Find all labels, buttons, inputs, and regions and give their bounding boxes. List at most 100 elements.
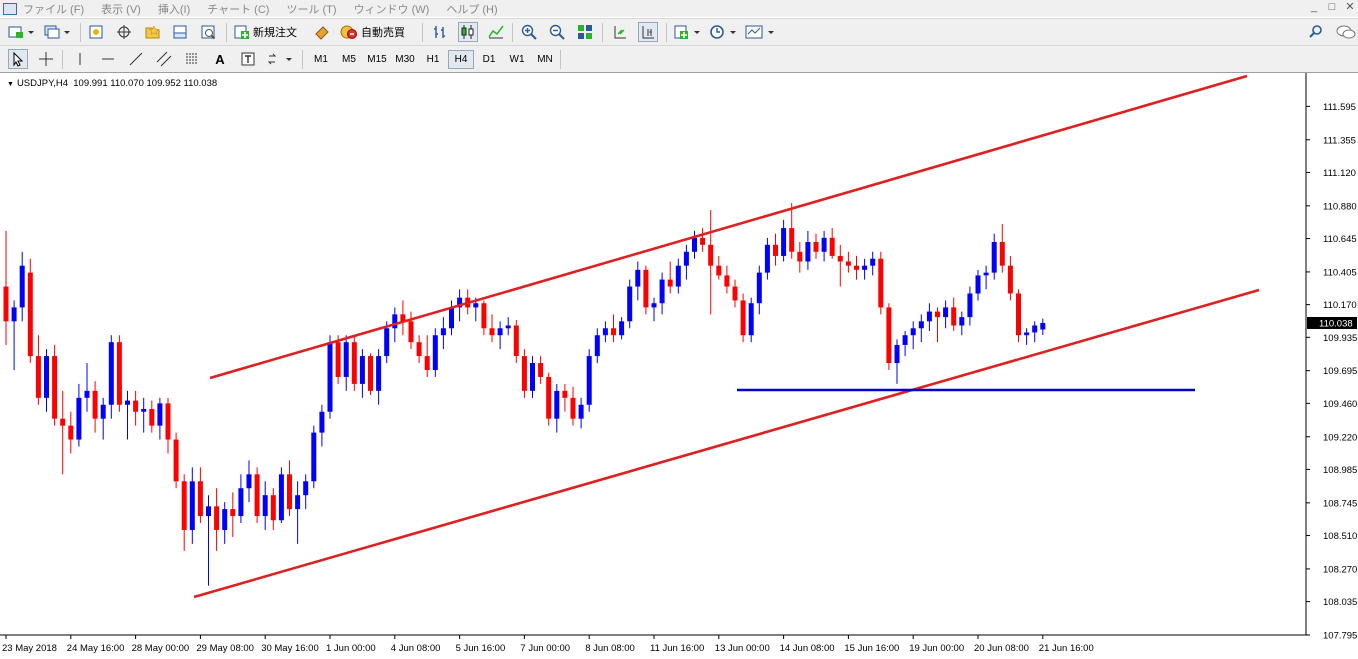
candle-body	[999, 242, 1005, 266]
candle-body	[384, 328, 390, 357]
minimize-button[interactable]: _	[1304, 0, 1324, 16]
candle	[449, 300, 454, 336]
menu-chart[interactable]: チャート (C)	[207, 1, 269, 17]
candle	[295, 481, 301, 544]
candle	[108, 335, 114, 419]
candle-body	[805, 242, 811, 262]
candle-body	[473, 303, 479, 308]
candle-body	[116, 342, 122, 405]
text-label-icon[interactable]	[238, 49, 258, 69]
candle-body	[886, 307, 892, 364]
candle	[141, 397, 147, 433]
indicators-icon[interactable]	[672, 22, 702, 42]
data-window-icon[interactable]	[114, 22, 134, 42]
horizontal-line-icon[interactable]	[98, 49, 118, 69]
candle	[935, 307, 940, 343]
candle-body	[84, 390, 90, 398]
candle-body	[740, 300, 746, 336]
zoom-out-icon[interactable]	[547, 22, 567, 42]
candle-body	[943, 307, 949, 318]
periods-clock-icon[interactable]	[708, 22, 738, 42]
trend-line-icon[interactable]	[126, 49, 146, 69]
line-chart-icon[interactable]	[486, 22, 506, 42]
auto-trading-button[interactable]: 自動売買	[340, 22, 405, 42]
candle	[854, 255, 859, 280]
timeframe-d1[interactable]: D1	[476, 50, 502, 69]
navigator-icon[interactable]	[142, 22, 162, 42]
templates-icon[interactable]	[744, 22, 776, 42]
market-watch-icon[interactable]	[86, 22, 106, 42]
price-tick-label: 109.695	[1323, 366, 1357, 377]
candle-body	[125, 400, 130, 405]
candle-body	[44, 356, 49, 398]
candle	[643, 265, 649, 315]
time-tick-label: 11 Jun 16:00	[650, 643, 704, 654]
tile-windows-icon[interactable]	[575, 22, 595, 42]
candle	[773, 233, 778, 266]
menu-view[interactable]: 表示 (V)	[101, 1, 141, 17]
candle	[303, 474, 309, 510]
channel-upper-trendline[interactable]	[209, 74, 1248, 380]
menu-window[interactable]: ウィンドウ (W)	[354, 1, 430, 17]
time-tick-label: 29 May 08:00	[196, 643, 254, 654]
new-chart-icon[interactable]	[6, 22, 36, 42]
search-icon[interactable]	[1306, 22, 1326, 42]
timeframe-m15[interactable]: M15	[364, 50, 390, 69]
candlestick-chart-icon[interactable]	[458, 22, 478, 42]
profiles-icon[interactable]	[42, 22, 72, 42]
candle-body	[505, 325, 511, 329]
arrows-icon[interactable]	[266, 49, 294, 69]
fibonacci-retracement-icon[interactable]	[182, 49, 202, 69]
time-tick-label: 23 May 2018	[2, 643, 57, 654]
auto-scroll-icon[interactable]	[610, 22, 630, 42]
candle	[100, 397, 106, 440]
bar-chart-icon[interactable]	[430, 22, 450, 42]
close-button[interactable]: ✕	[1340, 0, 1358, 16]
menu-tools[interactable]: ツール (T)	[286, 1, 336, 17]
equidistant-channel-icon[interactable]	[154, 49, 174, 69]
candle-body	[197, 481, 203, 517]
timeframe-mn[interactable]: MN	[532, 50, 558, 69]
candle-body	[724, 275, 730, 287]
candle	[764, 237, 770, 280]
menu-help[interactable]: ヘルプ (H)	[446, 1, 497, 17]
candle	[254, 467, 260, 524]
crosshair-icon[interactable]	[36, 49, 56, 69]
chart-shift-icon[interactable]	[638, 22, 658, 42]
strategy-tester-icon[interactable]	[198, 22, 218, 42]
restore-button[interactable]: □	[1322, 0, 1342, 16]
menu-bar: ファイル (F) 表示 (V) 挿入(I) チャート (C) ツール (T) ウ…	[0, 0, 1358, 17]
new-order-button[interactable]: 新規注文	[234, 22, 297, 42]
candle-body	[781, 228, 787, 256]
terminal-icon[interactable]	[170, 22, 190, 42]
candle-body	[675, 265, 681, 287]
candle-body	[432, 335, 438, 370]
cursor-icon[interactable]	[8, 49, 28, 69]
menu-file[interactable]: ファイル (F)	[23, 1, 84, 17]
candlestick-chart[interactable]: 111.595 111.355 111.120 110.880 110.645 110.4…	[0, 73, 1358, 659]
chat-icon[interactable]	[1334, 22, 1358, 42]
timeframe-h4[interactable]: H4	[448, 50, 474, 69]
candle	[116, 335, 122, 412]
vertical-line-icon[interactable]	[70, 49, 90, 69]
time-tick-label: 5 Jun 16:00	[456, 643, 506, 654]
text-tool-icon[interactable]: A	[210, 49, 230, 69]
timeframe-m30[interactable]: M30	[392, 50, 418, 69]
candle	[967, 286, 973, 326]
timeframe-w1[interactable]: W1	[504, 50, 530, 69]
candle	[489, 314, 495, 343]
candle	[230, 492, 236, 537]
candle	[667, 261, 673, 294]
metaeditor-icon[interactable]	[312, 22, 332, 42]
candle	[991, 233, 997, 280]
candle	[951, 297, 957, 332]
timeframe-h1[interactable]: H1	[420, 50, 446, 69]
candle-body	[351, 342, 357, 384]
candle	[708, 210, 714, 315]
timeframe-m1[interactable]: M1	[308, 50, 334, 69]
zoom-in-icon[interactable]	[519, 22, 539, 42]
candle-body	[327, 342, 333, 412]
timeframe-m5[interactable]: M5	[336, 50, 362, 69]
candle-body	[76, 397, 82, 440]
menu-insert[interactable]: 挿入(I)	[158, 1, 190, 17]
